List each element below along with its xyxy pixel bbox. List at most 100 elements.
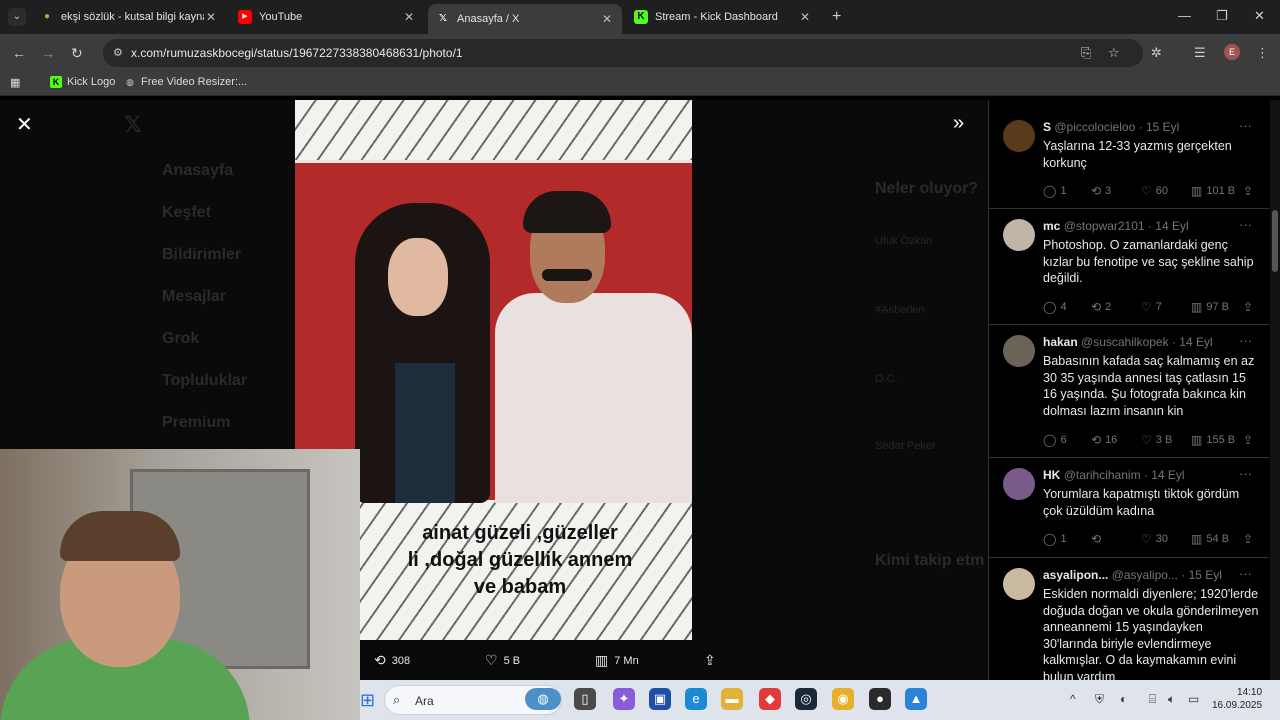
back-arrow-icon[interactable]: ← [12,45,26,61]
install-app-icon[interactable]: ⎘ [1081,45,1091,61]
task-view-icon[interactable]: ▯ [574,688,596,710]
bookmark-star-icon[interactable]: ☆ [1108,45,1120,61]
restore-icon[interactable]: ❐ [1216,8,1228,24]
retweet-button[interactable]: ⟲ 3 [1091,184,1111,198]
retweet-button[interactable]: ⟲ [1091,532,1105,546]
store-icon[interactable]: ▣ [649,688,671,710]
reply-count-button[interactable]: ◯ 1 [1043,184,1067,198]
reply-handle[interactable]: @tarihcihanim [1064,468,1141,482]
reply-name[interactable]: asyalipon... [1043,568,1108,582]
more-options-icon[interactable]: ··· [1239,466,1252,481]
share-button[interactable]: ⇪ [704,652,722,669]
more-options-icon[interactable]: ··· [1239,118,1252,133]
tray-chevron-up-icon[interactable]: ^ [1070,692,1076,706]
edge-icon[interactable]: e [685,688,707,710]
share-button[interactable]: ⇪ [1243,184,1257,198]
retweet-button[interactable]: ⟲ 16 [1091,433,1117,447]
views-button[interactable]: ▥ 7 Mn [595,652,639,669]
more-options-icon[interactable]: ··· [1239,566,1252,581]
views-button[interactable]: ▥ 54 B [1191,532,1229,546]
reply-count-button[interactable]: ◯ 1 [1043,532,1067,546]
minimize-icon[interactable]: — [1178,8,1191,23]
media-control-icon[interactable]: ☰ [1194,45,1206,61]
reply-name[interactable]: HK [1043,468,1060,482]
reply-count-button[interactable]: ◯ 4 [1043,300,1067,314]
reply-item[interactable]: HK @tarihcihanim · 14 Eyl ··· Yorumlara … [989,458,1269,558]
avatar[interactable] [1003,120,1035,152]
avatar[interactable] [1003,335,1035,367]
close-window-icon[interactable]: ✕ [1254,8,1265,24]
reply-handle[interactable]: @stopwar2101 [1064,219,1145,233]
like-button[interactable]: ♡ 7 [1141,300,1162,314]
battery-icon[interactable]: ▭ [1188,692,1199,706]
close-tab-icon[interactable]: ✕ [204,10,218,24]
reply-name[interactable]: S [1043,120,1051,134]
reply-handle[interactable]: @asyalipo... [1112,568,1178,582]
notification-app-icon[interactable]: ◆ [759,688,781,710]
apps-grid-icon[interactable]: ▦ [10,76,20,89]
taskbar-clock[interactable]: 14:10 16.09.2025 [1212,686,1262,712]
reply-date[interactable]: 14 Eyl [1155,219,1188,233]
retweet-button[interactable]: ⟲ 308 [374,652,410,669]
like-button[interactable]: ♡ 5 B [485,652,520,669]
more-options-icon[interactable]: ··· [1239,333,1252,348]
replies-scrollbar[interactable] [1270,100,1280,680]
more-options-icon[interactable]: ··· [1239,217,1252,232]
reply-name[interactable]: hakan [1043,335,1078,349]
close-tab-icon[interactable]: ✕ [600,12,614,26]
steam-icon[interactable]: ◎ [795,688,817,710]
expand-replies-icon[interactable]: » [953,112,964,135]
photos-icon[interactable]: ▲ [905,688,927,710]
like-button[interactable]: ♡ 3 B [1141,433,1172,447]
close-viewer-icon[interactable]: ✕ [16,112,33,137]
volume-icon[interactable]: 🔈︎ [1168,692,1175,707]
tab-eksi[interactable]: ● ekşi sözlük - kutsal bilgi kaynağı ✕ [32,4,226,30]
share-button[interactable]: ⇪ [1243,433,1257,447]
reply-item[interactable]: mc @stopwar2101 · 14 Eyl ··· Photoshop. … [989,209,1269,325]
avatar[interactable] [1003,468,1035,500]
reply-date[interactable]: 15 Eyl [1189,568,1222,582]
close-tab-icon[interactable]: ✕ [798,10,812,24]
views-button[interactable]: ▥ 101 B [1191,184,1235,198]
site-info-icon[interactable]: ⚙ [113,46,127,60]
profile-avatar[interactable]: E [1224,44,1240,60]
tab-search-chevron-icon[interactable]: ⌄ [8,8,26,26]
views-button[interactable]: ▥ 97 B [1191,300,1229,314]
like-button[interactable]: ♡ 60 [1141,184,1168,198]
network-icon[interactable]: ⌸ [1149,692,1156,707]
file-explorer-icon[interactable]: ▬ [721,688,743,710]
reply-handle[interactable]: @piccolocieloo [1054,120,1135,134]
avatar[interactable] [1003,568,1035,600]
reload-icon[interactable]: ↻ [71,45,83,62]
share-button[interactable]: ⇪ [1243,300,1257,314]
address-bar[interactable]: ⚙ x.com/rumuzaskbocegi/status/1967227338… [103,39,1143,67]
obs-icon[interactable]: ● [869,688,891,710]
widgets-globe-icon[interactable]: ◍ [525,688,561,710]
reply-date[interactable]: 15 Eyl [1146,120,1179,134]
tab-x-home[interactable]: 𝕏 Anasayfa / X ✕ [428,4,622,34]
reply-item[interactable]: hakan @suscahilkopek · 14 Eyl ··· Babası… [989,325,1269,458]
reply-date[interactable]: 14 Eyl [1151,468,1184,482]
new-tab-plus-icon[interactable]: + [832,8,841,26]
tab-kick-dashboard[interactable]: K Stream - Kick Dashboard ✕ [626,4,820,30]
reply-count-button[interactable]: ◯ 6 [1043,433,1067,447]
windows-start-icon[interactable]: ⊞ [360,690,375,711]
bookmark-kick-logo[interactable]: K Kick Logo [50,76,115,88]
avatar[interactable] [1003,219,1035,251]
like-button[interactable]: ♡ 30 [1141,532,1168,546]
share-button[interactable]: ⇪ [1243,532,1257,546]
close-tab-icon[interactable]: ✕ [402,10,416,24]
bookmark-free-video-resizer[interactable]: ◍ Free Video Resizer:... [124,76,247,88]
copilot-icon[interactable]: ✦ [613,688,635,710]
reply-handle[interactable]: @suscahilkopek [1081,335,1169,349]
retweet-button[interactable]: ⟲ 2 [1091,300,1111,314]
tab-youtube[interactable]: ▶ YouTube ✕ [230,4,424,30]
tray-app-icon[interactable]: ◐ [1120,692,1127,706]
reply-date[interactable]: 14 Eyl [1179,335,1212,349]
security-tray-icon[interactable]: ⛨ [1095,692,1104,707]
forward-arrow-icon[interactable]: → [41,45,55,61]
reply-item[interactable]: S @piccolocieloo · 15 Eyl ··· Yaşlarına … [989,110,1269,209]
reply-name[interactable]: mc [1043,219,1060,233]
browser-menu-icon[interactable]: ⋮ [1256,45,1269,61]
chrome-icon[interactable]: ◉ [832,688,854,710]
